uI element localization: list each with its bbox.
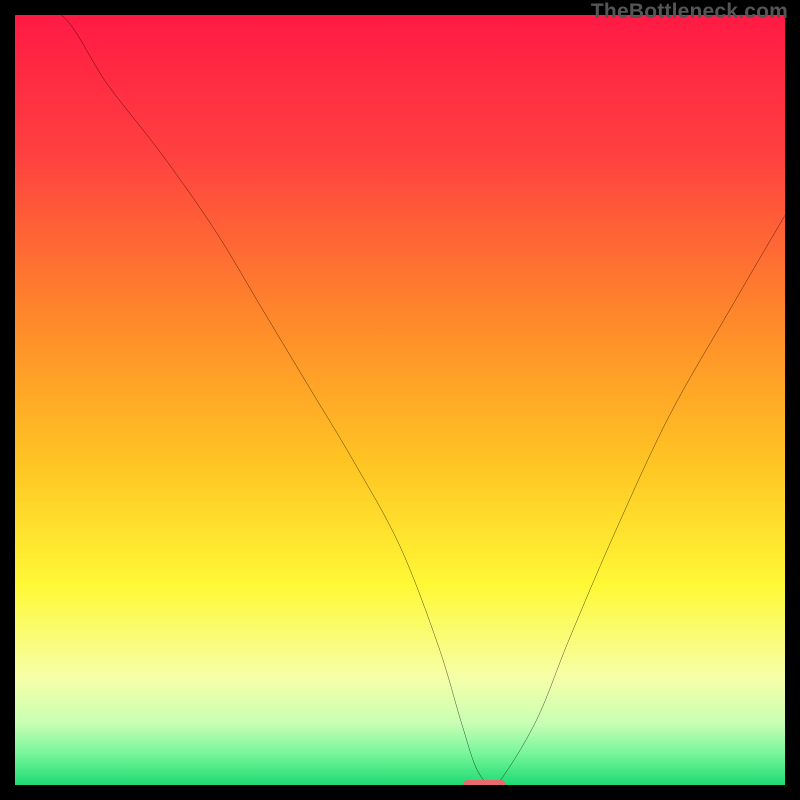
source-label: TheBottleneck.com	[591, 0, 788, 24]
plot-area	[15, 15, 785, 785]
chart-frame: TheBottleneck.com	[0, 0, 800, 800]
bottleneck-curve	[15, 15, 785, 785]
optimum-marker	[463, 780, 506, 785]
